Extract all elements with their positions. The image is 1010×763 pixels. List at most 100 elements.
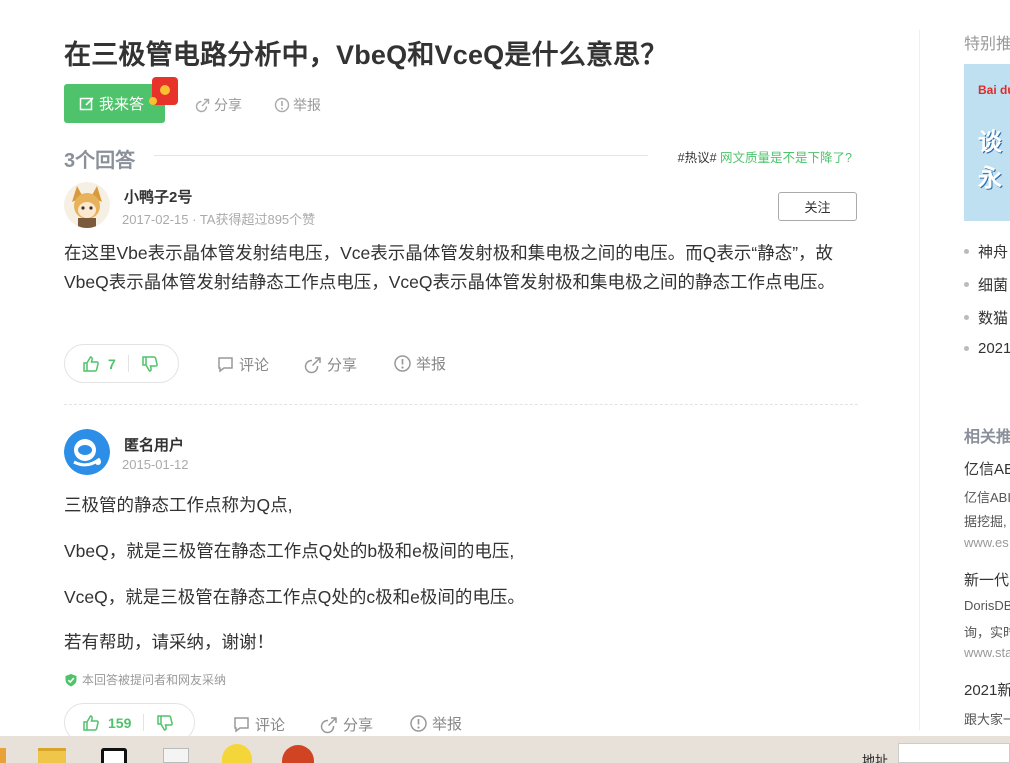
like-count: 7 [108,355,116,372]
answer2-comment-button[interactable]: 评论 [232,714,285,735]
related-desc: 据挖掘, [964,514,1007,529]
answers-divider [154,155,648,156]
ad-headline-1: 谈 [978,129,1002,156]
answer2-username: 匿名用户 [124,437,185,454]
question-title: 在三极管电路分析中，VbeQ和VceQ是什么意思？ [64,40,668,70]
share-label: 分享 [327,357,358,374]
answer1-share-button[interactable]: 分享 [304,354,357,375]
hot-topic-link[interactable]: #热议# 网文质量是不是下降了? [678,147,852,166]
answer-button-label: 我来答 [99,96,145,113]
answer2-paragraph: 若有帮助，请采纳，谢谢！ [64,632,274,652]
duck-avatar-image [64,182,110,228]
question-share-button[interactable]: 分享 [195,95,242,115]
comment-icon [234,717,249,733]
follow-label: 关注 [804,200,831,215]
sidebar-list-item[interactable]: 神舟 [964,241,1008,262]
share-label: 分享 [343,717,374,734]
related-desc: 亿信ABI [964,490,1010,505]
sidebar-divider [919,30,920,730]
ad-headline-2: 永 [978,165,1002,192]
related-title[interactable]: 亿信AB [964,458,1010,479]
anonymous-avatar-image [64,429,110,475]
bullet [964,282,969,287]
upvote-button[interactable]: 7 [82,355,116,373]
like-count: 159 [108,714,132,731]
sidebar-list-label: 神舟 [978,244,1009,261]
related-url[interactable]: www.sta [964,645,1010,660]
sidebar-list-label: 数猫 [978,310,1009,327]
answer1-text: 在这里Vbe表示晶体管发射结电压，Vce表示晶体管发射极和集电极之间的电压。而Q… [64,243,836,292]
sidebar-ad-banner[interactable]: Bai du 谈 永 [964,64,1010,221]
downvote-button[interactable] [156,714,174,732]
thumbs-down-icon [142,355,158,372]
taskbar-app-icon[interactable] [0,748,6,763]
answer2-share-button[interactable]: 分享 [320,714,373,735]
sidebar-list-item[interactable]: 细菌 [964,274,1008,295]
red-packet-dot [149,97,157,105]
thumbs-up-icon [83,355,99,372]
related-desc: 询，实时 [964,625,1010,640]
avatar[interactable] [64,429,110,475]
related-title[interactable]: 新一代 [964,569,1009,590]
answer2-paragraph: 三极管的静态工作点称为Q点, [64,495,293,515]
related-heading: 相关推 [964,429,1010,446]
report-label: 举报 [432,716,463,733]
folder-icon[interactable] [38,748,66,763]
sidebar-list-label: 细菌 [978,277,1009,294]
question-report-button[interactable]: 举报 [274,95,321,115]
comment-icon [218,357,233,373]
answer2-report-button[interactable]: 举报 [409,713,462,734]
address-input[interactable] [898,743,1010,763]
answer2-paragraph: VceQ，就是三极管在静态工作点Q处的c极和e极间的电压。 [64,587,525,607]
baidu-logo: Bai du [978,83,1010,97]
bullet [964,315,969,320]
address-label: 地址 [862,753,889,763]
sidebar-list-item[interactable]: 数猫 [964,307,1008,328]
text-editor-icon[interactable] [163,748,189,763]
hot-topic-text: 网文质量是不是下降了? [720,151,852,165]
avatar[interactable] [64,182,110,228]
related-desc: 跟大家一 [964,712,1010,727]
related-desc: DorisDB [964,598,1010,613]
follow-button[interactable]: 关注 [778,192,857,221]
report-icon [410,715,427,732]
sidebar-list-label: 2021 [978,340,1010,357]
answer1-username[interactable]: 小鸭子2号 [124,186,192,207]
answers-header: 3个回答 #热议# 网文质量是不是下降了? [64,144,858,172]
share-icon [304,357,321,374]
adopted-note: 本回答被提问者和网友采纳 [82,673,227,687]
downvote-button[interactable] [141,355,159,373]
answer1-report-button[interactable]: 举报 [393,353,446,374]
question-report-label: 举报 [293,97,321,113]
report-label: 举报 [416,356,447,373]
promo-heading: 特别推 [964,36,1010,53]
comment-label: 评论 [255,717,286,734]
question-share-label: 分享 [214,97,242,113]
answer1-comment-button[interactable]: 评论 [216,354,269,375]
taskbar [0,736,1010,763]
vote-separator [143,714,145,731]
report-icon [394,355,411,372]
share-icon [195,98,210,113]
bullet [964,346,969,351]
sidebar-list-item[interactable]: 2021 [964,340,1010,357]
terminal-icon[interactable] [101,748,127,763]
answer1-meta: 2017-02-15 · TA获得超过895个赞 [122,212,316,227]
related-title[interactable]: 2021新 [964,679,1010,700]
answer2-paragraph: VbeQ，就是三极管在静态工作点Q处的b极和e极间的电压, [64,541,515,561]
vote-separator [127,355,129,372]
shield-check-icon [65,673,77,686]
comment-label: 评论 [239,357,270,374]
report-icon [274,97,290,113]
share-icon [320,717,337,734]
edit-icon [79,96,94,110]
answer2-meta: 2015-01-12 [122,457,189,472]
hot-tag: #热议# [677,151,717,165]
bullet [964,249,969,254]
answers-count: 3个回答 [64,150,136,172]
thumbs-up-icon [83,714,99,731]
thumbs-down-icon [157,714,174,731]
related-url[interactable]: www.es [964,535,1009,550]
upvote-button[interactable]: 159 [82,714,131,732]
adopted-badge: 本回答被提问者和网友采纳 [64,671,226,688]
